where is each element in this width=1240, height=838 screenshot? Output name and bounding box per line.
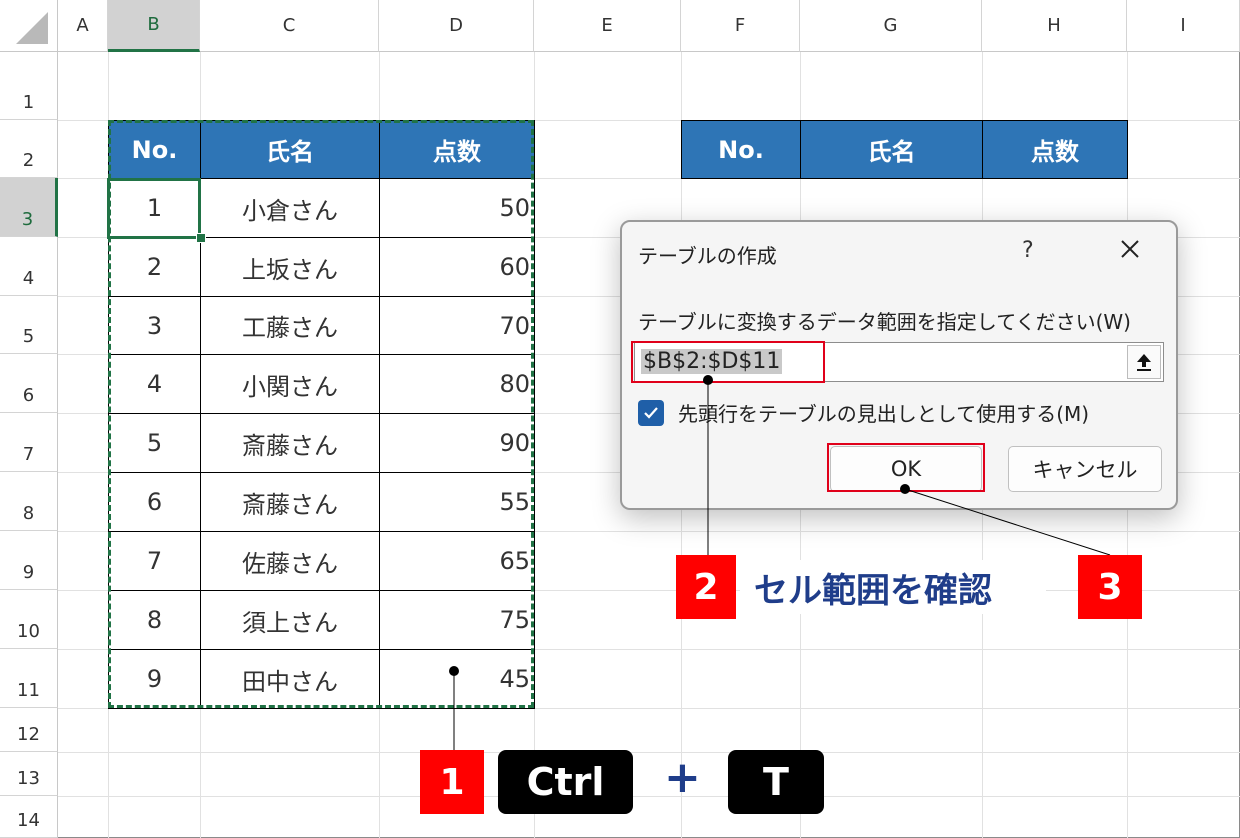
table-cell[interactable]: 70	[379, 296, 535, 355]
column-header-a[interactable]: A	[58, 0, 108, 52]
table-header-cell[interactable]: No.	[108, 120, 201, 179]
table-header-cell[interactable]: 氏名	[200, 120, 380, 179]
step-3-badge: 3	[1078, 555, 1142, 619]
table-cell[interactable]: 4	[108, 354, 201, 414]
table-cell[interactable]: 斎藤さん	[200, 472, 380, 532]
gridline-horizontal	[58, 796, 1240, 797]
table-cell[interactable]: 60	[379, 237, 535, 297]
column-header-f[interactable]: F	[681, 0, 800, 52]
table-cell[interactable]: 6	[108, 472, 201, 532]
column-header-h[interactable]: H	[982, 0, 1127, 52]
column-header-e[interactable]: E	[534, 0, 681, 52]
column-header-c[interactable]: C	[200, 0, 379, 52]
column-header-i[interactable]: I	[1127, 0, 1240, 52]
table-cell[interactable]: 55	[379, 472, 535, 532]
table-cell[interactable]: 田中さん	[200, 649, 380, 709]
table-header-cell[interactable]: 点数	[379, 120, 535, 179]
table-cell[interactable]: 佐藤さん	[200, 531, 380, 591]
table-header-cell[interactable]: 氏名	[800, 120, 983, 179]
row-header-11[interactable]: 11	[0, 649, 58, 708]
table-cell[interactable]: 90	[379, 413, 535, 473]
table-cell[interactable]: 5	[108, 413, 201, 473]
close-icon[interactable]	[1114, 232, 1146, 266]
row-header-2[interactable]: 2	[0, 120, 58, 178]
select-all-corner[interactable]	[0, 0, 58, 52]
ctrl-key: Ctrl	[498, 750, 633, 814]
table-cell[interactable]: 8	[108, 590, 201, 650]
help-button[interactable]: ?	[1022, 238, 1034, 263]
collapse-dialog-icon[interactable]	[1127, 345, 1161, 379]
header-row-option: 先頭行をテーブルの見出しとして使用する(M)	[638, 398, 1089, 427]
column-header-g[interactable]: G	[800, 0, 982, 52]
row-header-6[interactable]: 6	[0, 354, 58, 413]
header-row-checkbox-label: 先頭行をテーブルの見出しとして使用する(M)	[678, 402, 1090, 426]
range-input[interactable]: $B$2:$D$11	[634, 342, 1164, 382]
t-key: T	[728, 750, 824, 814]
table-cell[interactable]: 65	[379, 531, 535, 591]
table-cell[interactable]: 小関さん	[200, 354, 380, 414]
table-header-cell[interactable]: No.	[681, 120, 801, 179]
table-cell[interactable]: 75	[379, 590, 535, 650]
table-cell[interactable]: 45	[379, 649, 535, 709]
table-cell[interactable]: 上坂さん	[200, 237, 380, 297]
table-cell[interactable]: 工藤さん	[200, 296, 380, 355]
cancel-button[interactable]: キャンセル	[1008, 446, 1162, 492]
table-cell[interactable]: 50	[379, 178, 535, 238]
plus-sign: +	[664, 752, 701, 803]
column-header-d[interactable]: D	[379, 0, 534, 52]
fill-handle[interactable]	[196, 233, 206, 243]
row-header-4[interactable]: 4	[0, 237, 58, 296]
check-icon	[644, 406, 658, 419]
table-header-cell[interactable]: 点数	[982, 120, 1128, 179]
row-header-8[interactable]: 8	[0, 472, 58, 531]
row-header-10[interactable]: 10	[0, 590, 58, 649]
gridline-horizontal	[58, 752, 1240, 753]
table-cell[interactable]: 7	[108, 531, 201, 591]
step-2-label: セル範囲を確認	[740, 560, 1046, 614]
row-header-1[interactable]: 1	[0, 52, 58, 120]
table-cell[interactable]: 斎藤さん	[200, 413, 380, 473]
column-header-b[interactable]: B	[108, 0, 200, 52]
table-cell[interactable]: 3	[108, 296, 201, 355]
step-2-badge: 2	[676, 555, 736, 619]
range-prompt-label: テーブルに変換するデータ範囲を指定してください(W)	[638, 310, 1131, 334]
range-input-value: $B$2:$D$11	[641, 349, 783, 374]
step-1-badge: 1	[420, 750, 484, 814]
header-row-checkbox[interactable]	[638, 399, 664, 426]
ok-button[interactable]: OK	[830, 446, 982, 492]
dialog-title: テーブルの作成	[638, 244, 777, 268]
table-cell[interactable]: 小倉さん	[200, 178, 380, 238]
row-header-7[interactable]: 7	[0, 413, 58, 472]
row-header-14[interactable]: 14	[0, 796, 58, 838]
row-header-9[interactable]: 9	[0, 531, 58, 590]
row-header-3[interactable]: 3	[0, 178, 58, 237]
table-cell[interactable]: 2	[108, 237, 201, 297]
row-header-5[interactable]: 5	[0, 296, 58, 354]
table-cell[interactable]: 80	[379, 354, 535, 414]
active-cell-b3[interactable]	[107, 178, 201, 239]
create-table-dialog: テーブルの作成 ? テーブルに変換するデータ範囲を指定してください(W) $B$…	[620, 220, 1178, 510]
row-header-13[interactable]: 13	[0, 752, 58, 796]
table-cell[interactable]: 須上さん	[200, 590, 380, 650]
table-cell[interactable]: 9	[108, 649, 201, 709]
row-header-12[interactable]: 12	[0, 708, 58, 752]
